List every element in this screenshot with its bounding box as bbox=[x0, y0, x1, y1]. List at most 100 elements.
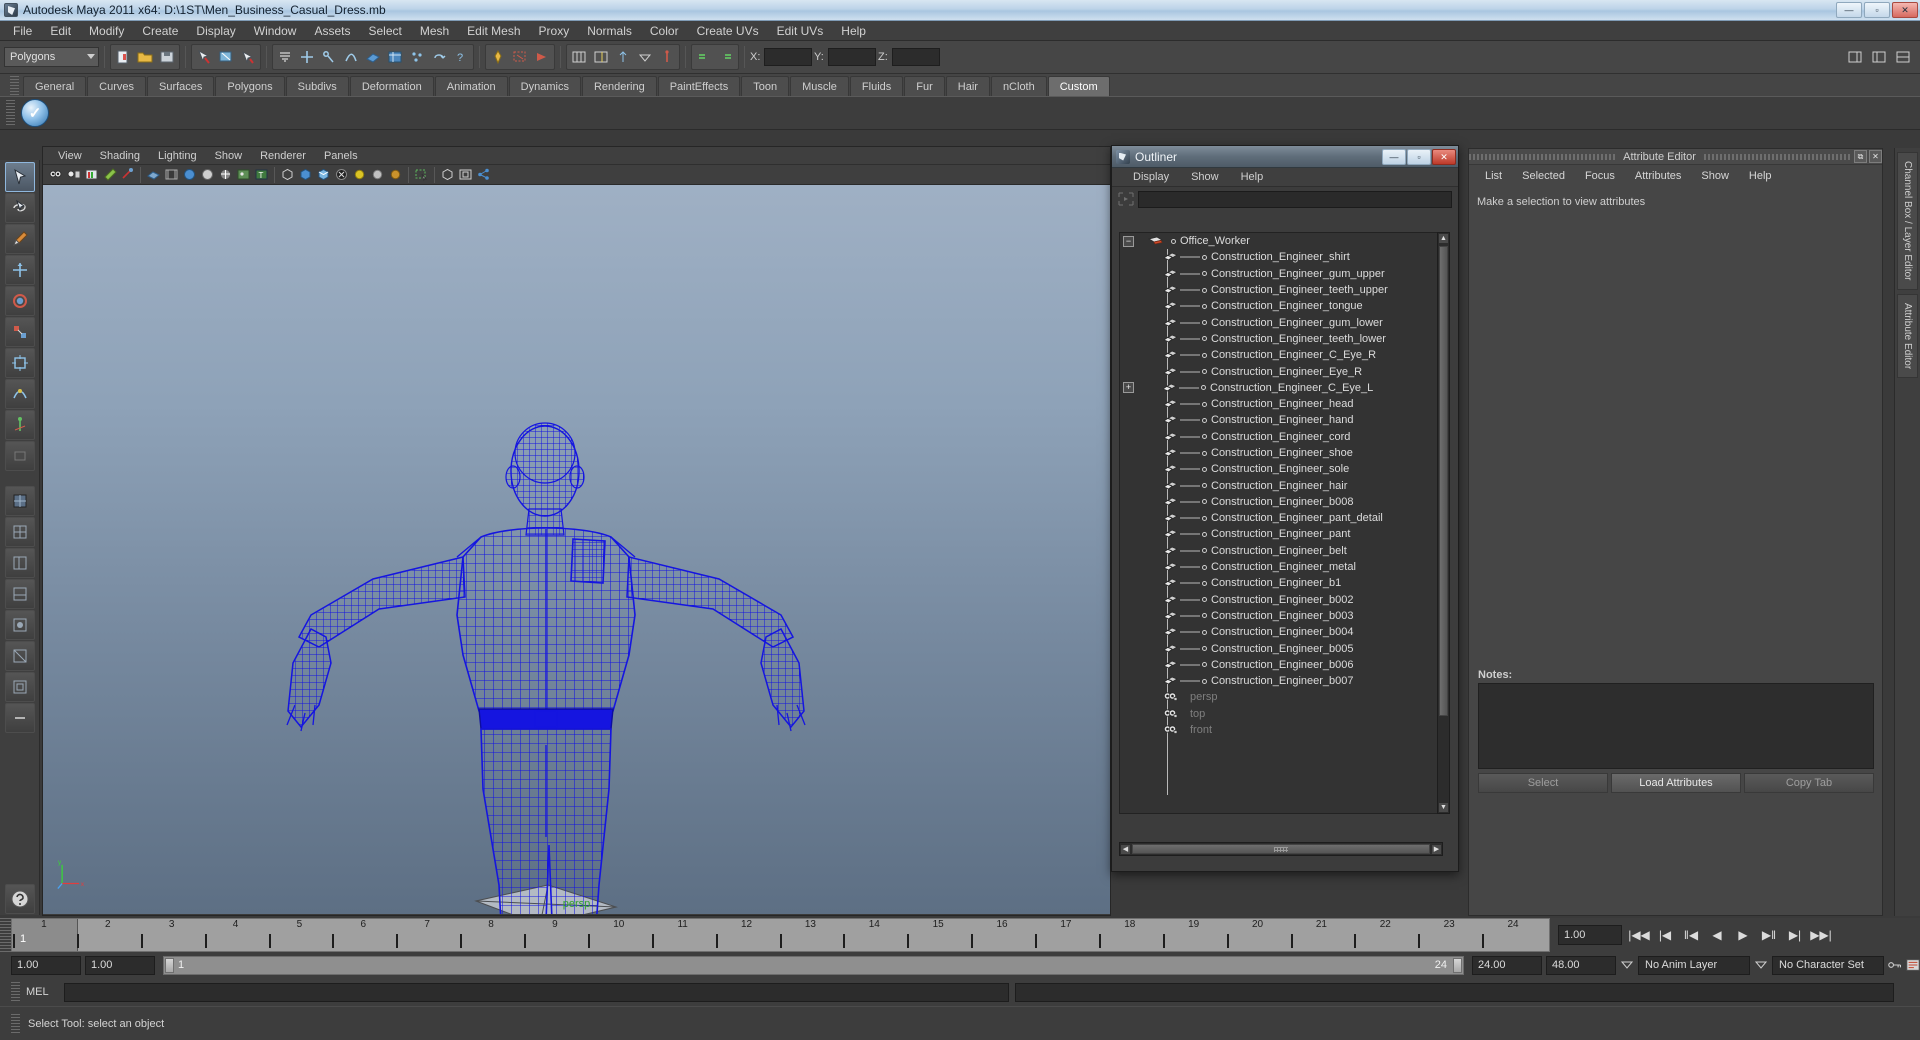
playback-button-0[interactable]: |◀◀ bbox=[1626, 924, 1652, 946]
outliner-item[interactable]: front bbox=[1120, 722, 1442, 738]
character-set-chevron-icon[interactable] bbox=[1754, 956, 1768, 975]
range-slider[interactable]: 1 24 bbox=[163, 955, 1464, 975]
shelf-tab-painteffects[interactable]: PaintEffects bbox=[657, 76, 741, 96]
outliner-menu-show[interactable]: Show bbox=[1180, 171, 1230, 183]
time-slider-track[interactable]: 1 1 2 3 4 5 6 7 8 9 10 11 12 13 14 15 16 17 18 19 20 21 22 23 2… bbox=[11, 918, 1550, 952]
share-graph-icon[interactable] bbox=[475, 166, 492, 183]
soft-modification-tool[interactable] bbox=[4, 379, 35, 409]
outliner-item[interactable]: Construction_Engineer_b1 bbox=[1120, 575, 1442, 591]
outliner-horizontal-scrollbar[interactable]: ◀ ▶ bbox=[1119, 842, 1443, 856]
help-line-drag-handle[interactable] bbox=[11, 1013, 20, 1034]
quick-layout-four-view[interactable] bbox=[4, 517, 35, 547]
shelf-tab-animation[interactable]: Animation bbox=[434, 76, 508, 96]
outliner-item[interactable]: Construction_Engineer_b003 bbox=[1120, 608, 1442, 624]
outliner-close-button[interactable]: ✕ bbox=[1432, 149, 1456, 165]
menu-item-create[interactable]: Create bbox=[133, 22, 187, 40]
rotate-tool[interactable] bbox=[4, 286, 35, 316]
playback-button-2[interactable]: ‖◀ bbox=[1678, 924, 1704, 946]
custom-shelf-check-icon[interactable]: ✓ bbox=[21, 99, 49, 127]
hardware-texturing-icon[interactable] bbox=[235, 166, 252, 183]
outliner-item[interactable]: Construction_Engineer_teeth_upper bbox=[1120, 282, 1442, 298]
snap-to-view-icon[interactable] bbox=[384, 46, 406, 68]
save-scene-icon[interactable] bbox=[156, 46, 178, 68]
smooth-shade-selected-icon[interactable] bbox=[199, 166, 216, 183]
anim-layer-chevron-icon[interactable] bbox=[1620, 956, 1634, 975]
smooth-shade-all-icon[interactable] bbox=[181, 166, 198, 183]
outliner-item[interactable]: Construction_Engineer_belt bbox=[1120, 543, 1442, 559]
shelf-tab-fluids[interactable]: Fluids bbox=[849, 76, 904, 96]
snap-to-grid-icon[interactable] bbox=[296, 46, 318, 68]
x-input[interactable] bbox=[764, 48, 812, 66]
outliner-item[interactable]: Construction_Engineer_teeth_lower bbox=[1120, 331, 1442, 347]
shelf-tab-toon[interactable]: Toon bbox=[741, 76, 790, 96]
align-left-icon[interactable] bbox=[693, 46, 715, 68]
select-camera-icon[interactable] bbox=[47, 166, 64, 183]
outliner-item[interactable]: persp bbox=[1120, 689, 1442, 705]
time-slider-drag-handle[interactable] bbox=[0, 918, 11, 952]
command-language-label[interactable]: MEL bbox=[26, 986, 58, 998]
help-question-icon[interactable]: ? bbox=[450, 46, 472, 68]
camera-attributes-icon[interactable] bbox=[65, 166, 82, 183]
outliner-scroll-down-button[interactable]: ▼ bbox=[1438, 802, 1449, 813]
grid-toggle-icon[interactable] bbox=[439, 166, 456, 183]
filter-icon[interactable] bbox=[1118, 192, 1134, 206]
command-line-drag-handle[interactable] bbox=[11, 982, 20, 1002]
outliner-item[interactable]: + Construction_Engineer_C_Eye_L bbox=[1120, 380, 1442, 396]
paint-selection-tool[interactable] bbox=[4, 224, 35, 254]
quick-layout-relationship-editor[interactable] bbox=[4, 672, 35, 702]
viewport-menu-renderer[interactable]: Renderer bbox=[251, 150, 315, 162]
shadows-icon[interactable] bbox=[333, 166, 350, 183]
shelf-tab-dynamics[interactable]: Dynamics bbox=[508, 76, 581, 96]
menu-item-edit-mesh[interactable]: Edit Mesh bbox=[458, 22, 529, 40]
outliner-item[interactable]: Construction_Engineer_pant bbox=[1120, 526, 1442, 542]
quick-layout-collapse[interactable] bbox=[4, 703, 35, 733]
align-right-icon[interactable] bbox=[715, 46, 737, 68]
sidebar-panel-icon[interactable] bbox=[1844, 46, 1866, 68]
viewport-menu-shading[interactable]: Shading bbox=[91, 150, 149, 162]
outliner-item[interactable]: Construction_Engineer_sole bbox=[1120, 461, 1442, 477]
show-hide-sidebar-icon[interactable] bbox=[568, 46, 590, 68]
move-tool[interactable] bbox=[4, 255, 35, 285]
perspective-viewport[interactable]: y x persp bbox=[43, 185, 1110, 914]
shelf-tab-curves[interactable]: Curves bbox=[87, 76, 146, 96]
playback-button-6[interactable]: ▶| bbox=[1782, 924, 1808, 946]
new-scene-icon[interactable] bbox=[112, 46, 134, 68]
outliner-item[interactable]: Construction_Engineer_gum_upper bbox=[1120, 266, 1442, 282]
universal-manipulator-tool[interactable] bbox=[4, 348, 35, 378]
shelf-row-drag-handle[interactable] bbox=[6, 100, 15, 126]
tool-panel-icon[interactable] bbox=[1892, 46, 1914, 68]
quick-layout-hypershade[interactable] bbox=[4, 610, 35, 640]
shelf-tab-rendering[interactable]: Rendering bbox=[581, 76, 657, 96]
playback-start-time-field[interactable]: 24.00 bbox=[1472, 955, 1542, 975]
outliner-item[interactable]: Construction_Engineer_b006 bbox=[1120, 657, 1442, 673]
ipr-render-icon[interactable] bbox=[509, 46, 531, 68]
tab-channel-box-layer-editor[interactable]: Channel Box / Layer Editor bbox=[1897, 152, 1918, 290]
outliner-minimize-button[interactable]: — bbox=[1382, 149, 1406, 165]
quick-layout-uv-editor[interactable] bbox=[4, 641, 35, 671]
playback-button-1[interactable]: |◀ bbox=[1652, 924, 1678, 946]
snap-to-plane-icon[interactable] bbox=[362, 46, 384, 68]
auto-keyframe-key-icon[interactable] bbox=[1888, 956, 1902, 975]
last-tool-used[interactable] bbox=[4, 441, 35, 471]
render-settings-icon[interactable] bbox=[531, 46, 553, 68]
copy-tab-button[interactable]: Copy Tab bbox=[1744, 773, 1874, 793]
menu-item-color[interactable]: Color bbox=[641, 22, 688, 40]
outliner-item[interactable]: Construction_Engineer_head bbox=[1120, 396, 1442, 412]
render-current-frame-icon[interactable] bbox=[487, 46, 509, 68]
shelf-tab-subdivs[interactable]: Subdivs bbox=[285, 76, 349, 96]
shelf-tab-surfaces[interactable]: Surfaces bbox=[146, 76, 215, 96]
outliner-item[interactable]: − Office_Worker bbox=[1120, 233, 1442, 249]
shelf-tab-fur[interactable]: Fur bbox=[904, 76, 945, 96]
outliner-item[interactable]: Construction_Engineer_tongue bbox=[1120, 298, 1442, 314]
anim-layer-dropdown[interactable]: No Anim Layer bbox=[1638, 955, 1750, 975]
playback-button-3[interactable]: ◀ bbox=[1704, 924, 1730, 946]
twopointoh-icon[interactable] bbox=[119, 166, 136, 183]
close-button[interactable]: ✕ bbox=[1892, 2, 1918, 18]
outliner-scroll-right-button[interactable]: ▶ bbox=[1431, 843, 1442, 855]
xray-icon[interactable] bbox=[279, 166, 296, 183]
scale-tool[interactable] bbox=[4, 317, 35, 347]
outliner-item[interactable]: top bbox=[1120, 706, 1442, 722]
select-button[interactable]: Select bbox=[1478, 773, 1608, 793]
menu-item-normals[interactable]: Normals bbox=[578, 22, 641, 40]
menu-item-assets[interactable]: Assets bbox=[305, 22, 359, 40]
